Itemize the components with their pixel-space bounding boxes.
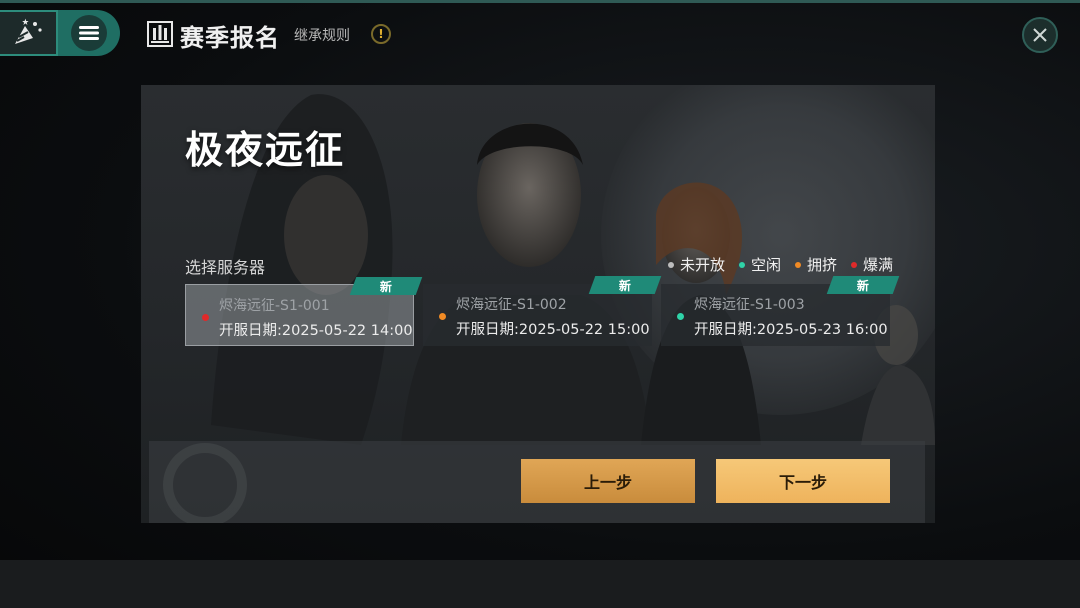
server-open-date: 开服日期:2025-05-22 14:00: [219, 323, 413, 339]
new-badge: 新: [826, 276, 900, 294]
status-dot-icon: [439, 313, 446, 320]
hamburger-menu-icon: [71, 15, 107, 51]
status-dot-icon: [738, 261, 745, 268]
season-name: 极夜远征: [185, 128, 346, 172]
close-button[interactable]: [1022, 17, 1058, 53]
status-dot-icon: [677, 313, 684, 320]
season-signup-panel: 极夜远征 选择服务器 未开放 空闲 拥挤 爆满 新 烬海远征-S1-001 开服…: [141, 85, 935, 523]
new-badge: 新: [588, 276, 662, 294]
warning-icon[interactable]: !: [371, 24, 391, 44]
server-open-date: 开服日期:2025-05-23 16:00: [694, 322, 888, 338]
legend-item-full: 爆满: [850, 254, 893, 275]
server-open-date: 开服日期:2025-05-22 15:00: [456, 322, 650, 338]
previous-step-button[interactable]: 上一步: [521, 459, 695, 503]
trophy-frame-icon: [147, 21, 173, 47]
legend-item-closed: 未开放: [667, 254, 725, 275]
server-status-legend: 未开放 空闲 拥挤 爆满: [667, 254, 893, 275]
status-dot-icon: [667, 261, 674, 268]
close-icon: [1033, 28, 1047, 42]
party-popper-icon: [15, 18, 42, 44]
menu-button[interactable]: [58, 10, 120, 56]
status-dot-icon: [794, 261, 801, 268]
status-dot-icon: [202, 314, 209, 321]
party-button[interactable]: [0, 10, 58, 56]
new-badge: 新: [349, 277, 423, 295]
inherit-rules-link[interactable]: 继承规则: [294, 25, 350, 45]
action-bar: 上一步 下一步: [149, 441, 925, 523]
status-dot-icon: [850, 261, 857, 268]
legend-item-idle: 空闲: [738, 254, 781, 275]
top-accent-line: [0, 0, 1080, 3]
legend-item-crowded: 拥挤: [794, 254, 837, 275]
server-name: 烬海远征-S1-002: [456, 297, 567, 313]
server-card-003[interactable]: 新 烬海远征-S1-003 开服日期:2025-05-23 16:00: [661, 276, 900, 346]
select-server-label: 选择服务器: [185, 258, 266, 277]
page-title: 赛季报名: [180, 24, 280, 52]
server-name: 烬海远征-S1-001: [219, 298, 330, 314]
bottom-band: [0, 560, 1080, 608]
server-name: 烬海远征-S1-003: [694, 297, 805, 313]
server-card-002[interactable]: 新 烬海远征-S1-002 开服日期:2025-05-22 15:00: [423, 276, 662, 346]
decorative-ring: [163, 443, 247, 523]
next-step-button[interactable]: 下一步: [716, 459, 890, 503]
server-card-001[interactable]: 新 烬海远征-S1-001 开服日期:2025-05-22 14:00: [185, 277, 423, 346]
